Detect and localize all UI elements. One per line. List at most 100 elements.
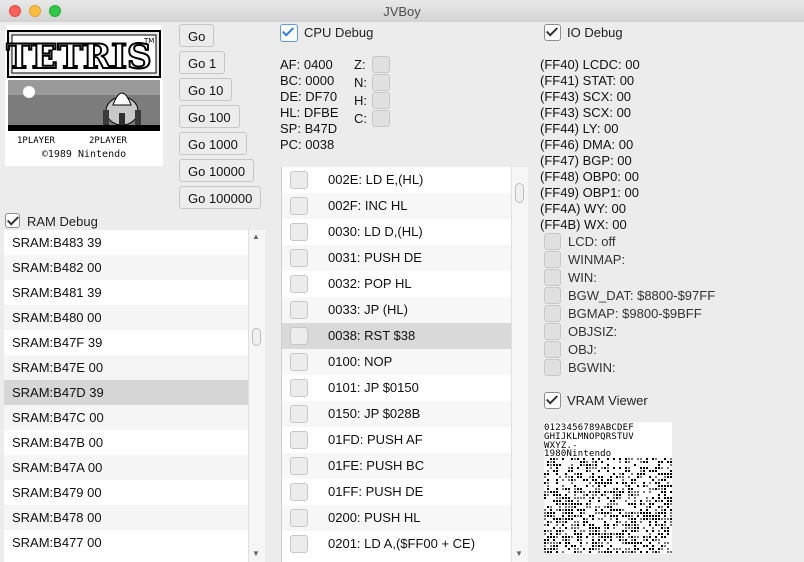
code-row[interactable]: 002F: INC HL — [282, 193, 512, 219]
lcdc-bit-box[interactable] — [544, 305, 561, 322]
lcdc-bit-box[interactable] — [544, 269, 561, 286]
code-row-selected[interactable]: 0038: RST $38 — [282, 323, 512, 349]
ram-scrollbar[interactable]: ▲ ▼ — [248, 230, 265, 562]
flag-h-box[interactable] — [372, 92, 390, 109]
code-row[interactable]: 01FF: PUSH DE — [282, 479, 512, 505]
scroll-thumb[interactable] — [515, 183, 524, 203]
ram-row[interactable]: SRAM:B47F 39 — [4, 330, 248, 355]
io-register: (FF49) OBP1: 00 — [540, 185, 639, 200]
lcdc-bit-box[interactable] — [544, 287, 561, 304]
io-register: (FF43) SCX: 00 — [540, 89, 632, 104]
code-row[interactable]: 0200: PUSH HL — [282, 505, 512, 531]
code-row[interactable]: 0031: PUSH DE — [282, 245, 512, 271]
breakpoint-checkbox[interactable] — [290, 171, 308, 189]
title-bar: JVBoy — [0, 0, 804, 23]
copyright-text: ©1989 Nintendo — [41, 149, 127, 160]
breakpoint-checkbox[interactable] — [290, 249, 308, 267]
io-register: (FF4A) WY: 00 — [540, 201, 626, 216]
flag-n-box[interactable] — [372, 74, 390, 91]
code-row-text: 01FD: PUSH AF — [328, 432, 423, 447]
scroll-down-arrow-icon[interactable]: ▼ — [252, 550, 260, 558]
disassembly-scrollbar[interactable]: ▼ — [511, 167, 528, 562]
ram-row[interactable]: SRAM:B481 39 — [4, 280, 248, 305]
tetris-title-image: TETRIS TM 1PLAYER 2PLAYER — [5, 25, 163, 166]
flag-c-box[interactable] — [372, 110, 390, 127]
breakpoint-checkbox[interactable] — [290, 197, 308, 215]
go-10-button[interactable]: Go 10 — [179, 78, 233, 101]
vram-tile-pattern — [544, 458, 672, 553]
code-row-text: 0150: JP $028B — [328, 406, 421, 421]
code-row[interactable]: 0100: NOP — [282, 349, 512, 375]
breakpoint-checkbox[interactable] — [290, 509, 308, 527]
code-row[interactable]: 0150: JP $028B — [282, 401, 512, 427]
breakpoint-checkbox[interactable] — [290, 483, 308, 501]
ram-row[interactable]: SRAM:B47A 00 — [4, 455, 248, 480]
breakpoint-checkbox[interactable] — [290, 223, 308, 241]
ram-row[interactable]: SRAM:B482 00 — [4, 255, 248, 280]
go-1000-button[interactable]: Go 1000 — [179, 132, 247, 155]
code-row[interactable]: 0033: JP (HL) — [282, 297, 512, 323]
ram-row[interactable]: SRAM:B47C 00 — [4, 405, 248, 430]
go-10000-button[interactable]: Go 10000 — [179, 159, 255, 182]
breakpoint-checkbox[interactable] — [290, 353, 308, 371]
code-row[interactable]: 0032: POP HL — [282, 271, 512, 297]
code-row-text: 0032: POP HL — [328, 276, 412, 291]
code-row-text: 0201: LD A,($FF00 + CE) — [328, 536, 476, 551]
ram-row-selected[interactable]: SRAM:B47D 39 — [4, 380, 248, 405]
code-row[interactable]: 01FD: PUSH AF — [282, 427, 512, 453]
ram-row[interactable]: SRAM:B47B 00 — [4, 430, 248, 455]
disassembly-list[interactable]: 002E: LD E,(HL) 002F: INC HL 0030: LD D,… — [281, 167, 512, 562]
breakpoint-checkbox[interactable] — [290, 301, 308, 319]
io-register: (FF44) LY: 00 — [540, 121, 619, 136]
go-1-button[interactable]: Go 1 — [179, 51, 226, 74]
vram-viewer-checkbox[interactable] — [544, 392, 561, 409]
ram-row[interactable]: SRAM:B478 00 — [4, 505, 248, 530]
breakpoint-checkbox[interactable] — [290, 405, 308, 423]
register-de: DE: DF70 — [280, 89, 338, 104]
lcdc-bit-label: OBJ: — [568, 342, 597, 357]
ram-row[interactable]: SRAM:B477 00 — [4, 530, 248, 555]
go-100-button[interactable]: Go 100 — [179, 105, 240, 128]
code-row[interactable]: 0201: LD A,($FF00 + CE) — [282, 531, 512, 557]
ram-row[interactable]: SRAM:B483 39 — [4, 230, 248, 255]
ram-row[interactable]: SRAM:B47E 00 — [4, 355, 248, 380]
lcdc-bit-box[interactable] — [544, 233, 561, 250]
ram-row[interactable]: SRAM:B480 00 — [4, 305, 248, 330]
flag-z-box[interactable] — [372, 56, 390, 73]
cpu-debug-label: CPU Debug — [304, 25, 374, 40]
code-row[interactable]: 01FE: PUSH BC — [282, 453, 512, 479]
io-debug-checkbox[interactable] — [544, 24, 561, 41]
code-row-text: 01FF: PUSH DE — [328, 484, 424, 499]
go-100000-button[interactable]: Go 100000 — [179, 186, 262, 209]
breakpoint-checkbox[interactable] — [290, 275, 308, 293]
breakpoint-checkbox[interactable] — [290, 457, 308, 475]
window-title: JVBoy — [383, 4, 421, 19]
code-row-text: 0100: NOP — [328, 354, 393, 369]
io-register: (FF48) OBP0: 00 — [540, 169, 639, 184]
scroll-up-arrow-icon[interactable]: ▲ — [252, 233, 260, 241]
scroll-thumb[interactable] — [252, 328, 261, 346]
cpu-debug-checkbox[interactable] — [280, 24, 298, 42]
lcdc-bit-box[interactable] — [544, 359, 561, 376]
register-hl: HL: DFBE — [280, 105, 339, 120]
register-pc: PC: 0038 — [280, 137, 335, 152]
breakpoint-checkbox[interactable] — [290, 327, 308, 345]
ram-list[interactable]: SRAM:B483 39 SRAM:B482 00 SRAM:B481 39 S… — [4, 230, 248, 562]
ram-debug-checkbox[interactable] — [5, 213, 20, 228]
breakpoint-checkbox[interactable] — [290, 535, 308, 553]
code-row[interactable]: 0101: JP $0150 — [282, 375, 512, 401]
register-bc: BC: 0000 — [280, 73, 335, 88]
ram-row[interactable]: SRAM:B479 00 — [4, 480, 248, 505]
scroll-down-arrow-icon[interactable]: ▼ — [515, 550, 523, 558]
vram-viewer-label: VRAM Viewer — [567, 393, 648, 408]
io-register: (FF46) DMA: 00 — [540, 137, 634, 152]
lcdc-bit-box[interactable] — [544, 251, 561, 268]
lcdc-bit-box[interactable] — [544, 341, 561, 358]
lcdc-bit-box[interactable] — [544, 323, 561, 340]
io-debug-label: IO Debug — [567, 25, 623, 40]
code-row[interactable]: 0030: LD D,(HL) — [282, 219, 512, 245]
breakpoint-checkbox[interactable] — [290, 379, 308, 397]
breakpoint-checkbox[interactable] — [290, 431, 308, 449]
code-row[interactable]: 002E: LD E,(HL) — [282, 167, 512, 193]
go-button[interactable]: Go — [179, 24, 215, 47]
